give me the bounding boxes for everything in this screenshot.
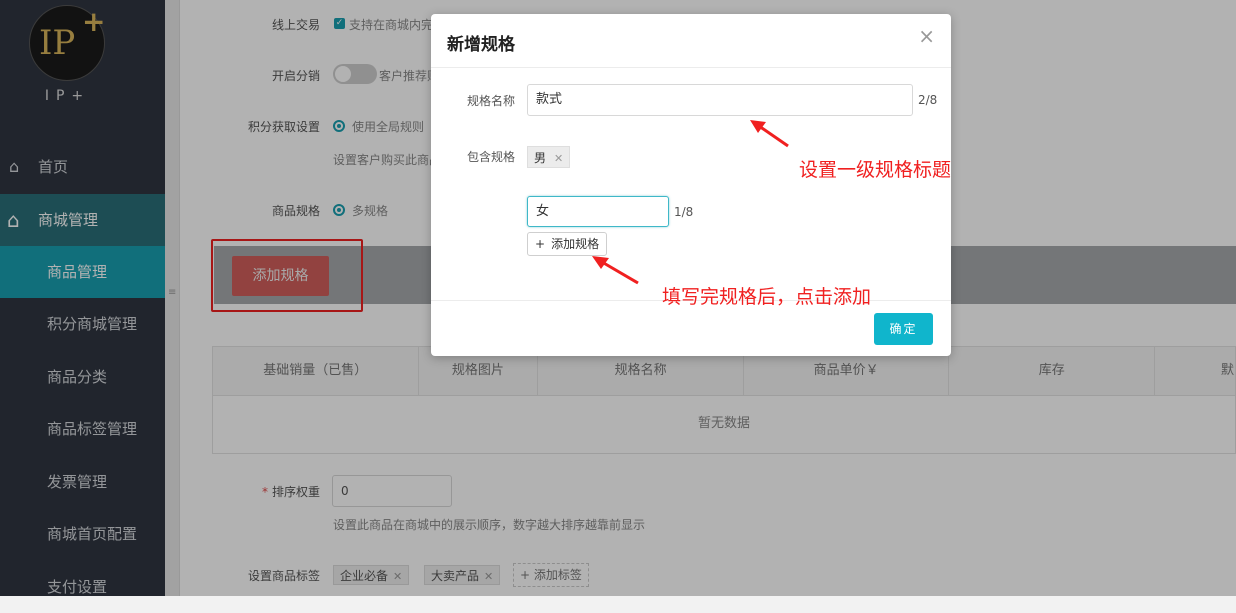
annotation-arrows bbox=[592, 120, 789, 285]
arrow-to-name-input bbox=[750, 120, 789, 148]
annotation-add-note: 填写完规格后，点击添加 bbox=[662, 286, 872, 308]
annotation-title-note: 设置一级规格标题 bbox=[799, 159, 952, 181]
arrow-to-add-button bbox=[592, 256, 639, 285]
